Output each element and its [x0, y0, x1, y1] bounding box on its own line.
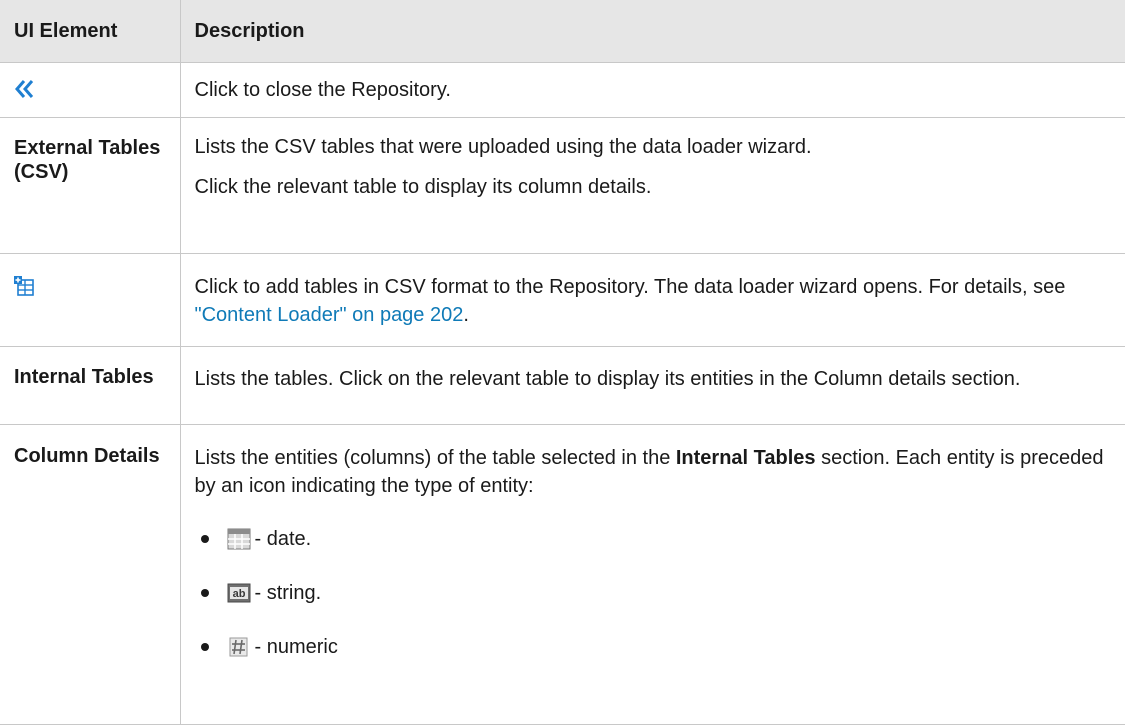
- table-row: Click to close the Repository.: [0, 62, 1125, 118]
- add-description: Click to add tables in CSV format to the…: [194, 276, 1066, 298]
- add-table-icon[interactable]: [14, 276, 34, 296]
- list-item: ab - string.: [195, 578, 1112, 608]
- column-description: Lists the entities (columns) of the tabl…: [194, 447, 676, 469]
- double-chevron-left-icon[interactable]: [14, 79, 36, 99]
- numeric-type-icon: [227, 636, 251, 658]
- bullet: [200, 643, 209, 651]
- close-description: Click to close the Repository.: [194, 78, 451, 101]
- date-type-icon: [227, 528, 251, 550]
- element-column-details: Column Details: [0, 424, 181, 725]
- svg-text:ab: ab: [232, 588, 245, 600]
- list-item: - date.: [195, 524, 1112, 554]
- external-description-2: Click the relevant table to display its …: [194, 176, 652, 198]
- numeric-type-label: - numeric: [254, 636, 338, 658]
- ui-element-table: UI Element Description Click to close th…: [0, 0, 1125, 725]
- string-type-label: - string.: [254, 582, 322, 604]
- entity-type-list: - date. ab - string. - numeric: [195, 524, 1112, 662]
- table-row: Click to add tables in CSV format to the…: [0, 253, 1125, 347]
- description-cell: Click to add tables in CSV format to the…: [179, 253, 1125, 347]
- description-cell: Lists the CSV tables that were uploaded …: [179, 117, 1125, 254]
- element-cell: [0, 253, 181, 347]
- header-description: Description: [179, 0, 1125, 63]
- table-header-row: UI Element Description: [0, 0, 1125, 63]
- column-description-bold: Internal Tables: [675, 447, 816, 469]
- element-cell: [0, 62, 181, 118]
- table-row: External Tables (CSV) Lists the CSV tabl…: [0, 117, 1125, 254]
- header-ui-element: UI Element: [0, 0, 181, 63]
- table-row: Internal Tables Lists the tables. Click …: [0, 346, 1125, 425]
- internal-description: Lists the tables. Click on the relevant …: [179, 346, 1125, 425]
- add-description-end: .: [463, 304, 469, 326]
- string-type-icon: ab: [227, 582, 251, 604]
- bullet: [200, 535, 209, 543]
- bullet: [200, 589, 209, 597]
- list-item: - numeric: [195, 632, 1112, 662]
- table-row: Column Details Lists the entities (colum…: [0, 424, 1125, 725]
- element-internal-tables: Internal Tables: [0, 346, 181, 425]
- external-description-1: Lists the CSV tables that were uploaded …: [194, 136, 812, 158]
- description-cell: Lists the entities (columns) of the tabl…: [179, 424, 1125, 725]
- description-cell: Click to close the Repository.: [179, 62, 1125, 118]
- content-loader-link[interactable]: "Content Loader" on page 202: [195, 304, 464, 326]
- element-external-tables: External Tables (CSV): [0, 117, 181, 254]
- date-type-label: - date.: [254, 528, 312, 550]
